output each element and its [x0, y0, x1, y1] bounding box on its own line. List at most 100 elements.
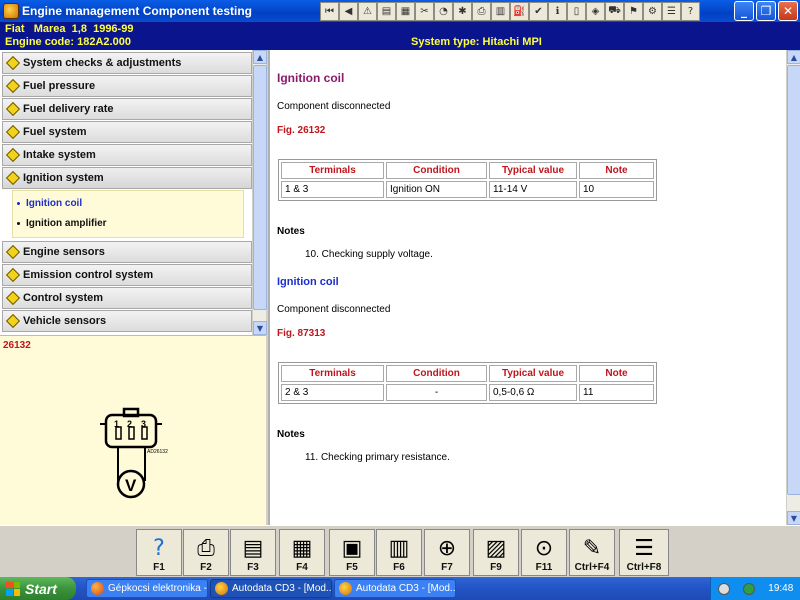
start-button[interactable]: Start — [0, 577, 76, 600]
connector-icon: ▥ — [388, 536, 410, 561]
section-menu: System checks & adjustments Fuel pressur… — [2, 52, 252, 333]
tray-app-icon[interactable] — [717, 582, 730, 595]
list-icon: ☰ — [634, 536, 654, 561]
check-icon[interactable]: ✔ — [529, 1, 548, 21]
data-icon[interactable]: ▥ — [491, 1, 510, 21]
wiring-icon[interactable]: ▦ — [396, 1, 415, 21]
ignition-coil-figure: 1 2 3 AD26132 V — [100, 407, 168, 499]
first-icon[interactable]: ⏮ — [320, 1, 339, 21]
menu-scrollbar[interactable]: ▲ ▼ — [252, 50, 267, 335]
cell-terminals: 1 & 3 — [281, 181, 384, 198]
fkey-f6[interactable]: ▥ F6 — [376, 529, 422, 576]
pin-label: 2 — [127, 419, 132, 429]
taskbar-item-autodata-1[interactable]: Autodata CD3 - [Mod... — [210, 579, 332, 598]
menu-item-vehicle-sensors[interactable]: Vehicle sensors — [2, 310, 252, 332]
fkey-ctrl-f4[interactable]: ✎ Ctrl+F4 — [569, 529, 615, 576]
tag-icon[interactable]: ◈ — [586, 1, 605, 21]
taskbar-item-browser[interactable]: Gépkocsi elektronika -... — [86, 579, 208, 598]
fkey-f7[interactable]: ⊕ F7 — [424, 529, 470, 576]
menu-item-intake-system[interactable]: Intake system — [2, 144, 252, 166]
fkey-label: F6 — [393, 562, 405, 573]
scroll-up-icon[interactable]: ▲ — [787, 50, 800, 64]
menu-item-engine-sensors[interactable]: Engine sensors — [2, 241, 252, 263]
print-icon[interactable]: ⎙ — [472, 1, 491, 21]
fkey-label: F3 — [247, 562, 259, 573]
fkey-f11[interactable]: ⊙ F11 — [521, 529, 567, 576]
component-status: Component disconnected — [277, 101, 391, 112]
arrow-right-icon — [5, 267, 21, 283]
settings-icon[interactable]: ⚙ — [643, 1, 662, 21]
fkey-label: Ctrl+F8 — [626, 562, 662, 573]
figure-code: AD26132 — [147, 449, 168, 455]
arrow-right-icon — [5, 290, 21, 306]
menu-item-control-system[interactable]: Control system — [2, 287, 252, 309]
column-header: Condition — [386, 162, 487, 179]
menu-item-fuel-pressure[interactable]: Fuel pressure — [2, 75, 252, 97]
menu-scroll-thumb[interactable] — [253, 65, 267, 310]
back-icon[interactable]: ◀ — [339, 1, 358, 21]
notes-icon[interactable]: ▤ — [377, 1, 396, 21]
magnifier-icon: ⊕ — [437, 536, 457, 561]
menu-item-fuel-delivery-rate[interactable]: Fuel delivery rate — [2, 98, 252, 120]
menu-item-emission-control[interactable]: Emission control system — [2, 264, 252, 286]
content-scroll-thumb[interactable] — [787, 65, 800, 495]
notes-label: Notes — [277, 226, 305, 237]
system-tray: 19:48 — [710, 577, 800, 600]
fkey-f3[interactable]: ▤ F3 — [230, 529, 276, 576]
app-icon — [3, 3, 19, 19]
alert-icon[interactable]: ⚑ — [624, 1, 643, 21]
page-icon[interactable]: ▯ — [567, 1, 586, 21]
fkey-ctrl-f8[interactable]: ☰ Ctrl+F8 — [619, 529, 669, 576]
fkey-f5[interactable]: ▣ F5 — [329, 529, 375, 576]
fkey-label: F9 — [490, 562, 502, 573]
scroll-down-icon[interactable]: ▼ — [253, 321, 267, 335]
car-icon[interactable]: ⛟ — [605, 1, 624, 21]
component-status: Component disconnected — [277, 304, 391, 315]
lamp-icon[interactable]: ✱ — [453, 1, 472, 21]
help-icon[interactable]: ? — [681, 1, 700, 21]
menu-item-fuel-system[interactable]: Fuel system — [2, 121, 252, 143]
fkey-f2[interactable]: ⎙ F2 — [183, 529, 229, 576]
autodata-icon — [215, 582, 228, 595]
windows-logo-icon — [6, 581, 20, 596]
maximize-button[interactable]: ❐ — [756, 1, 776, 21]
close-button[interactable]: ✕ — [778, 1, 798, 21]
fkey-f4[interactable]: ▦ F4 — [279, 529, 325, 576]
sub-item-ignition-amplifier[interactable]: Ignition amplifier — [13, 213, 243, 233]
cell-typical-value: 11-14 V — [489, 181, 577, 198]
menu-item-ignition-system[interactable]: Ignition system — [2, 167, 252, 189]
section-heading: Ignition coil — [277, 71, 345, 85]
arrow-right-icon — [5, 78, 21, 94]
bullet-icon — [17, 201, 20, 205]
column-header: Terminals — [281, 365, 384, 382]
scroll-down-icon[interactable]: ▼ — [787, 511, 800, 525]
fkey-f9[interactable]: ▨ F9 — [473, 529, 519, 576]
tray-network-icon[interactable] — [742, 582, 755, 595]
voltmeter-symbol: V — [125, 476, 137, 495]
fkey-label: F7 — [441, 562, 453, 573]
taskbar-item-autodata-2[interactable]: Autodata CD3 - [Mod... — [334, 579, 456, 598]
column-header: Note — [579, 162, 654, 179]
list-icon[interactable]: ☰ — [662, 1, 681, 21]
menu-item-system-checks[interactable]: System checks & adjustments — [2, 52, 252, 74]
warning-icon[interactable]: ⚠ — [358, 1, 377, 21]
column-header: Typical value — [489, 365, 577, 382]
timing-icon[interactable]: ◔ — [434, 1, 453, 21]
folder-icon: ▦ — [291, 536, 313, 561]
cell-note: 10 — [579, 181, 654, 198]
vehicle-info-bar: Fiat Marea 1,8 1996-99 Engine code: 182A… — [0, 22, 800, 50]
pin-label: 3 — [141, 419, 146, 429]
minimize-button[interactable]: _ — [734, 1, 754, 21]
fuel-icon[interactable]: ⛽ — [510, 1, 529, 21]
fkey-f1[interactable]: ? F1 — [136, 529, 182, 576]
info-icon[interactable]: ℹ — [548, 1, 567, 21]
figure-link[interactable]: Fig. 26132 — [277, 125, 325, 136]
scroll-up-icon[interactable]: ▲ — [253, 50, 267, 64]
figure-link[interactable]: Fig. 87313 — [277, 328, 325, 339]
title-bar: Engine management Component testing ⏮ ◀ ⚠ ▤… — [0, 0, 800, 22]
tools-icon[interactable]: ✂ — [415, 1, 434, 21]
section-heading: Ignition coil — [277, 276, 339, 288]
sub-item-ignition-coil[interactable]: Ignition coil — [13, 193, 243, 213]
autodata-icon — [339, 582, 352, 595]
content-scrollbar[interactable]: ▲ ▼ — [786, 50, 800, 525]
